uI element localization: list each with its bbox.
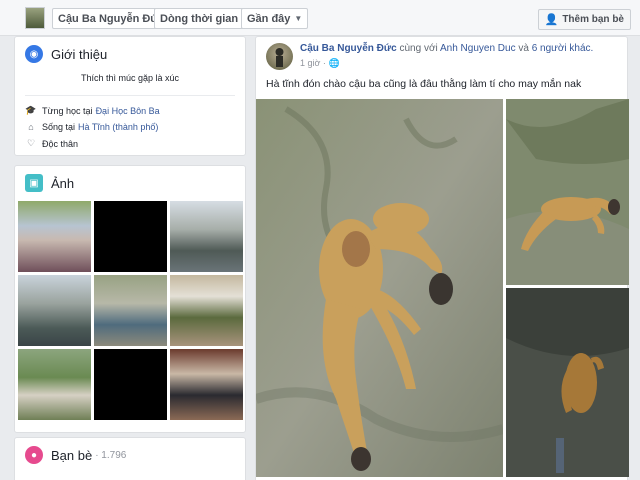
profile-name-label: Cậu Ba Nguyễn Đức [58, 12, 165, 25]
post-photo-main-image [256, 99, 503, 477]
school-icon: 🎓 [25, 105, 37, 115]
intro-title: Giới thiệu [51, 46, 108, 62]
person-silhouette-icon [275, 48, 284, 67]
friends-title: Bạn bè [51, 447, 93, 463]
recent-dropdown[interactable]: Gần đây ▼ [241, 8, 309, 29]
photo-thumbnail[interactable] [18, 201, 91, 272]
photo-thumbnail[interactable] [18, 275, 91, 346]
photo-icon: ▣ [25, 174, 43, 192]
photo-thumbnail[interactable] [170, 201, 243, 272]
with-text: cùng với [399, 43, 438, 54]
photo-thumbnail[interactable] [94, 201, 167, 272]
profile-name-button[interactable]: Cậu Ba Nguyễn Đức [52, 8, 171, 29]
post-author-link[interactable]: Cậu Ba Nguyễn Đức [300, 43, 397, 54]
heart-icon: ♡ [26, 138, 36, 148]
lives-prefix: Sống tại [42, 122, 76, 132]
post-photo-3-image [506, 288, 629, 477]
post-photo-3[interactable] [506, 288, 629, 477]
studied-prefix: Từng học tại [42, 105, 93, 116]
post-photo-2-image [506, 99, 629, 285]
friends-card: ● Bạn bè · 1.796 [14, 437, 246, 480]
photo-thumbnail[interactable] [18, 349, 91, 420]
post-timestamp[interactable]: 1 giờ · [300, 58, 326, 68]
lives-link[interactable]: Hà Tĩnh (thành phố) [78, 122, 158, 132]
photos-title: Ảnh [51, 175, 75, 191]
and-text: và [518, 43, 529, 54]
relationship-label: Độc thân [42, 138, 79, 149]
add-friend-button[interactable]: 👤 Thêm bạn bè [537, 9, 631, 30]
intro-relationship: ♡ Độc thân [15, 135, 245, 152]
studied-link[interactable]: Đại Học Bôn Ba [96, 106, 160, 116]
chevron-down-icon: ▼ [294, 14, 303, 23]
tagged-others-link[interactable]: 6 người khác. [532, 43, 594, 54]
post-author-avatar[interactable] [266, 43, 293, 70]
friends-header[interactable]: ● Bạn bè · 1.796 [15, 438, 245, 472]
people-icon: ● [25, 446, 43, 464]
timeline-label: Dòng thời gian [160, 12, 239, 25]
intro-bio: Thích thì múc gặp là xúc [25, 73, 235, 96]
photo-thumbnail[interactable] [170, 349, 243, 420]
globe-icon: 🌐 [328, 58, 340, 68]
photo-thumbnail[interactable] [94, 349, 167, 420]
profile-top-bar: Cậu Ba Nguyễn Đức Dòng thời gian ▼ Gần đ… [0, 0, 640, 36]
recent-label: Gần đây [247, 12, 291, 25]
photo-thumbnail[interactable] [94, 275, 167, 346]
photos-header[interactable]: ▣ Ảnh [15, 166, 245, 200]
post-text: Hà tĩnh đón chào cậu ba cũng là đâu thằn… [266, 78, 582, 90]
post-photo-2[interactable] [506, 99, 629, 285]
photos-card: ▣ Ảnh [14, 165, 246, 433]
add-friend-label: Thêm bạn bè [562, 14, 624, 25]
intro-card: ◉ Giới thiệu Thích thì múc gặp là xúc 🎓 … [14, 36, 246, 156]
add-friend-icon: 👤 [544, 14, 559, 26]
profile-thumbnail[interactable] [25, 7, 45, 29]
photo-thumbnail[interactable] [170, 275, 243, 346]
friends-count: · 1.796 [95, 449, 127, 461]
intro-header: ◉ Giới thiệu [15, 37, 245, 71]
intro-studied: 🎓 Từng học tại Đại Học Bôn Ba [15, 102, 245, 119]
post-card: Cậu Ba Nguyễn Đức cùng với Anh Nguyen Du… [255, 36, 629, 480]
post-meta: 1 giờ · 🌐 [300, 58, 340, 69]
post-photo-main[interactable] [256, 99, 503, 477]
globe-icon: ◉ [25, 45, 43, 63]
home-icon: ⌂ [28, 122, 34, 132]
post-header: Cậu Ba Nguyễn Đức cùng với Anh Nguyen Du… [300, 43, 593, 54]
intro-lives: ⌂ Sống tại Hà Tĩnh (thành phố) [15, 119, 245, 135]
tagged-friend-link[interactable]: Anh Nguyen Duc [440, 43, 516, 54]
